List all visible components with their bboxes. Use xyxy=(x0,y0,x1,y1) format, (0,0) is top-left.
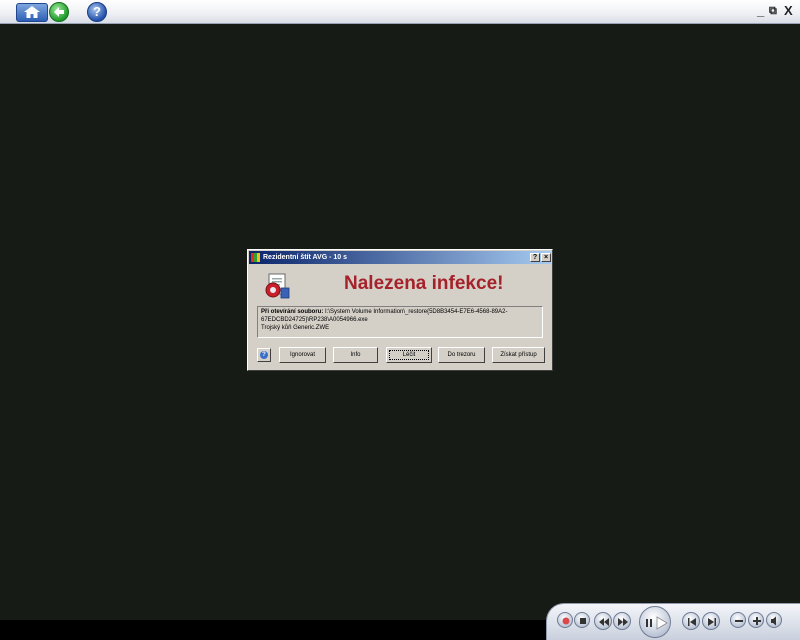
vault-button[interactable]: Do trezoru xyxy=(438,347,485,363)
infected-file-icon xyxy=(265,273,290,299)
stop-icon xyxy=(580,618,586,624)
dialog-title-bar[interactable]: Rezidentní štít AVG - 10 s ? × xyxy=(249,251,551,264)
next-button[interactable] xyxy=(702,612,720,630)
file-label: Při otevírání souboru: xyxy=(261,309,324,315)
minimize-button[interactable]: _ xyxy=(757,3,764,19)
fast-forward-icon xyxy=(618,618,628,626)
record-icon xyxy=(562,617,570,625)
threat-name: Trojský kůň Generic.ZWE xyxy=(261,325,330,331)
close-button[interactable]: X xyxy=(784,3,793,19)
back-button[interactable] xyxy=(49,2,69,22)
previous-icon xyxy=(688,618,696,626)
heal-button[interactable]: Léčit xyxy=(386,347,432,363)
infection-headline: Nalezena infekce! xyxy=(344,273,504,294)
media-player-controls xyxy=(546,603,800,640)
restore-button[interactable]: ⧉ xyxy=(769,3,777,19)
info-button[interactable]: Info xyxy=(333,347,378,363)
avg-alert-dialog: Rezidentní štít AVG - 10 s ? × Nalezena … xyxy=(247,249,553,371)
fast-forward-button[interactable] xyxy=(613,612,631,630)
ignore-button[interactable]: Ignorovat xyxy=(279,347,326,363)
play-pause-button[interactable] xyxy=(639,606,671,638)
rewind-icon xyxy=(599,618,609,626)
dialog-help-title-button[interactable]: ? xyxy=(530,253,540,262)
volume-up-button[interactable] xyxy=(748,612,764,628)
dialog-close-title-button[interactable]: × xyxy=(541,253,551,262)
help-icon: ? xyxy=(260,351,268,359)
mute-icon xyxy=(771,616,776,626)
volume-down-button[interactable] xyxy=(730,612,746,628)
back-arrow-icon xyxy=(54,7,64,17)
home-button[interactable] xyxy=(16,3,48,22)
get-access-button[interactable]: Získat přístup xyxy=(492,347,545,363)
record-button[interactable] xyxy=(557,612,573,628)
rewind-button[interactable] xyxy=(594,612,612,630)
dialog-title: Rezidentní štít AVG - 10 s xyxy=(263,254,348,261)
volume-up-icon xyxy=(753,617,761,625)
infection-details: Při otevírání souboru: I:\System Volume … xyxy=(257,306,543,338)
stop-button[interactable] xyxy=(574,612,590,628)
home-icon xyxy=(24,6,40,18)
mute-button[interactable] xyxy=(766,612,782,628)
top-toolbar: ? _ ⧉ X xyxy=(0,0,800,24)
avg-logo-icon xyxy=(251,253,260,262)
dialog-help-button[interactable]: ? xyxy=(257,348,271,362)
volume-down-icon xyxy=(735,620,743,622)
play-icon xyxy=(656,616,668,630)
next-icon xyxy=(708,618,716,626)
help-button[interactable]: ? xyxy=(87,2,107,22)
previous-button[interactable] xyxy=(682,612,700,630)
